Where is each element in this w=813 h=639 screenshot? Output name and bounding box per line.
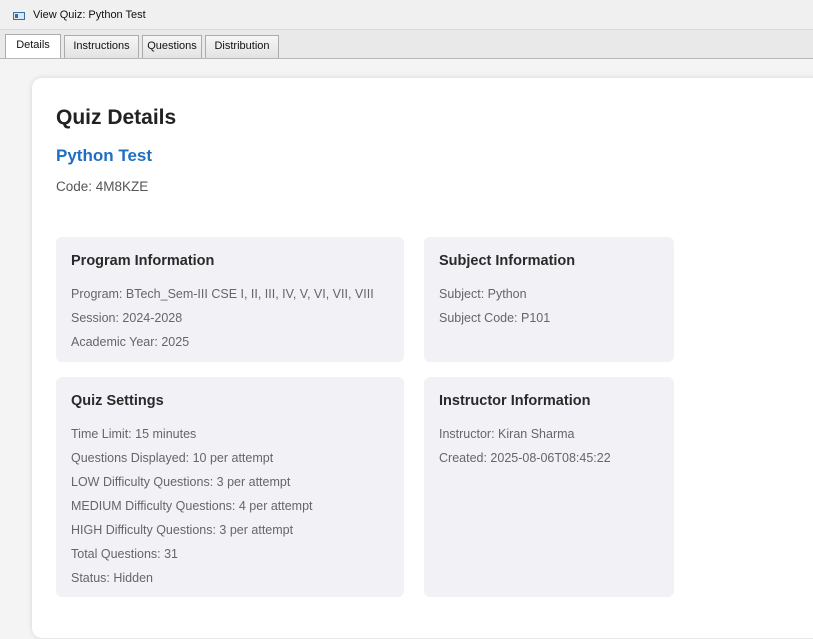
program-line: Program: BTech_Sem-III CSE I, II, III, I… bbox=[71, 287, 374, 301]
quiz-settings-panel: Quiz Settings Time Limit: 15 minutes Que… bbox=[56, 377, 404, 597]
total-questions-line: Total Questions: 31 bbox=[71, 547, 179, 561]
instructor-info-panel: Instructor Information Instructor: Kiran… bbox=[424, 377, 674, 597]
tab-bar: Details Instructions Questions Distribut… bbox=[0, 30, 813, 59]
program-info-lines: Program: BTech_Sem-III CSE I, II, III, I… bbox=[71, 282, 374, 354]
instructor-line: Instructor: Kiran Sharma bbox=[439, 427, 575, 441]
window-title: View Quiz: Python Test bbox=[33, 9, 146, 21]
tab-distribution[interactable]: Distribution bbox=[205, 35, 279, 58]
window-titlebar: View Quiz: Python Test bbox=[0, 0, 813, 30]
quiz-settings-title: Quiz Settings bbox=[71, 393, 164, 409]
program-info-title: Program Information bbox=[71, 253, 215, 269]
medium-difficulty-line: MEDIUM Difficulty Questions: 4 per attem… bbox=[71, 499, 313, 513]
quiz-settings-lines: Time Limit: 15 minutes Questions Display… bbox=[71, 422, 313, 590]
instructor-info-title: Instructor Information bbox=[439, 393, 591, 409]
subject-info-lines: Subject: Python Subject Code: P101 bbox=[439, 282, 550, 330]
subject-line: Subject: Python bbox=[439, 287, 527, 301]
program-info-panel: Program Information Program: BTech_Sem-I… bbox=[56, 237, 404, 362]
high-difficulty-line: HIGH Difficulty Questions: 3 per attempt bbox=[71, 523, 294, 537]
quiz-code: Code: 4M8KZE bbox=[56, 179, 149, 194]
subject-code-line: Subject Code: P101 bbox=[439, 311, 551, 325]
status-line: Status: Hidden bbox=[71, 571, 153, 585]
session-line: Session: 2024-2028 bbox=[71, 311, 183, 325]
subject-info-panel: Subject Information Subject: Python Subj… bbox=[424, 237, 674, 362]
created-line: Created: 2025-08-06T08:45:22 bbox=[439, 451, 611, 465]
tab-details[interactable]: Details bbox=[5, 34, 61, 58]
subject-info-title: Subject Information bbox=[439, 253, 576, 269]
app-window-icon bbox=[13, 12, 25, 20]
low-difficulty-line: LOW Difficulty Questions: 3 per attempt bbox=[71, 475, 291, 489]
time-limit-line: Time Limit: 15 minutes bbox=[71, 427, 197, 441]
academic-year-line: Academic Year: 2025 bbox=[71, 335, 190, 349]
quiz-name: Python Test bbox=[56, 146, 153, 165]
page-title: Quiz Details bbox=[56, 106, 177, 129]
questions-displayed-line: Questions Displayed: 10 per attempt bbox=[71, 451, 274, 465]
tab-questions[interactable]: Questions bbox=[142, 35, 202, 58]
instructor-info-lines: Instructor: Kiran Sharma Created: 2025-0… bbox=[439, 422, 611, 470]
tab-instructions[interactable]: Instructions bbox=[64, 35, 139, 58]
